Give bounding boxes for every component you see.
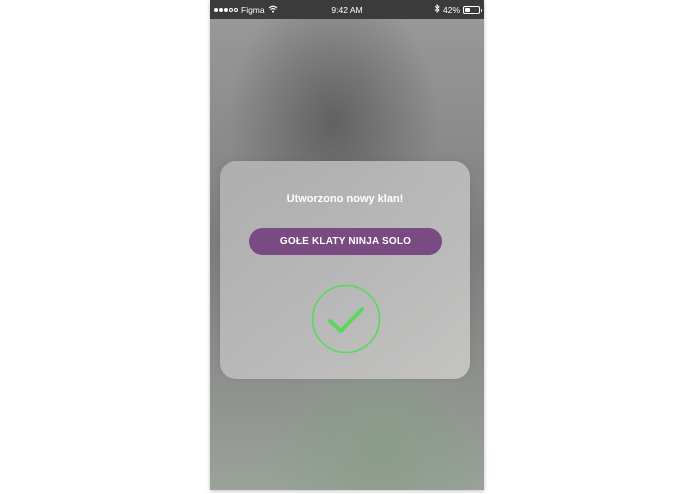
carrier-name: Figma xyxy=(241,4,265,15)
battery-icon xyxy=(463,5,482,14)
status-left: Figma xyxy=(214,5,314,15)
clan-name-button[interactable]: GOŁE KLATY NINJA SOLO xyxy=(249,228,442,255)
battery-percentage: 42% xyxy=(442,4,460,15)
clan-created-dialog: Utworzono nowy klan! GOŁE KLATY NINJA SO… xyxy=(220,161,470,379)
status-bar: Figma 9:42 AM 42% xyxy=(210,0,484,19)
bluetooth-icon xyxy=(434,3,440,15)
signal-strength-icon xyxy=(214,7,238,12)
dialog-title: Utworzono nowy klan! xyxy=(286,193,404,205)
checkmark-icon xyxy=(311,284,381,354)
phone-screen: Figma 9:42 AM 42% Utworzono nowy klan! G… xyxy=(210,0,484,490)
status-right: 42% xyxy=(434,3,482,15)
wifi-icon xyxy=(268,5,278,15)
